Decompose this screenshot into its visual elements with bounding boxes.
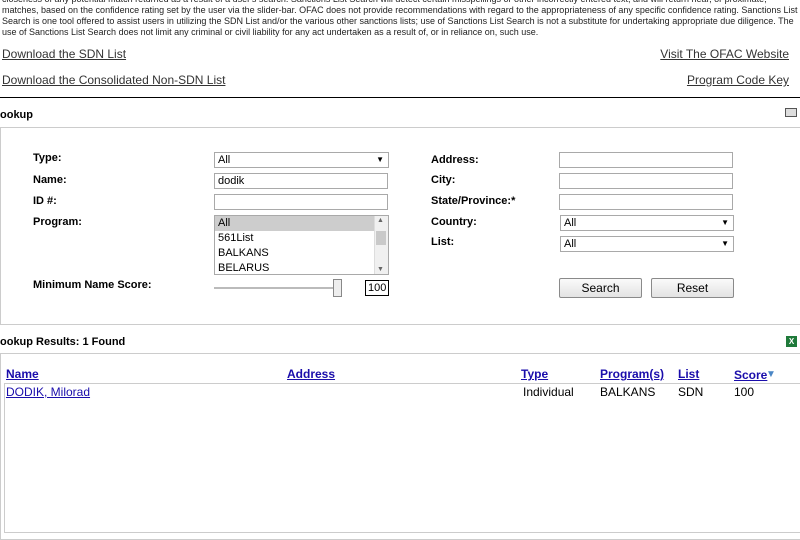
chevron-down-icon: ▼ — [721, 218, 729, 227]
city-label: City: — [431, 174, 456, 186]
city-field[interactable] — [559, 173, 733, 189]
search-button[interactable]: Search — [559, 278, 642, 298]
divider — [0, 97, 800, 98]
visit-ofac-link[interactable]: Visit The OFAC Website — [660, 47, 789, 61]
column-header-score[interactable]: Score — [734, 368, 767, 382]
result-programs: BALKANS — [600, 385, 656, 399]
result-name-link[interactable]: DODIK, Milorad — [6, 385, 90, 399]
column-header-type[interactable]: Type — [521, 367, 548, 381]
result-type: Individual — [523, 385, 574, 399]
id-field[interactable] — [214, 194, 388, 210]
scroll-up-icon[interactable]: ▲ — [377, 217, 384, 224]
id-label: ID #: — [33, 195, 57, 207]
chevron-down-icon: ▼ — [376, 155, 384, 164]
type-label: Type: — [33, 152, 62, 164]
result-list: SDN — [678, 385, 704, 399]
scroll-thumb[interactable] — [376, 231, 386, 245]
column-header-list[interactable]: List — [678, 367, 699, 381]
column-header-address[interactable]: Address — [287, 367, 335, 381]
name-label: Name: — [33, 174, 67, 186]
program-code-key-link[interactable]: Program Code Key — [687, 73, 789, 87]
list-label: List: — [431, 236, 455, 248]
program-scrollbar[interactable]: ▲ ▼ — [374, 216, 388, 274]
program-option[interactable]: All — [215, 216, 388, 231]
program-option[interactable]: 561List — [215, 231, 388, 246]
program-label: Program: — [33, 216, 82, 228]
download-sdn-link[interactable]: Download the SDN List — [2, 47, 126, 61]
score-slider-handle[interactable] — [333, 279, 342, 297]
disclaimer-text: closeness of any potential match returne… — [2, 0, 798, 37]
download-consolidated-link[interactable]: Download the Consolidated Non-SDN List — [2, 73, 225, 87]
reset-button[interactable]: Reset — [651, 278, 734, 298]
sort-down-icon[interactable]: ▼ — [766, 369, 776, 380]
address-field[interactable] — [559, 152, 733, 168]
country-select-value: All — [564, 217, 577, 229]
score-slider-track[interactable] — [214, 287, 342, 289]
state-label: State/Province:* — [431, 195, 516, 207]
program-listbox[interactable]: All 561List BALKANS BELARUS ▲ ▼ — [214, 215, 389, 275]
score-value-field[interactable]: 100 — [365, 280, 389, 296]
country-label: Country: — [431, 216, 477, 228]
program-option[interactable]: BELARUS — [215, 261, 388, 274]
print-button[interactable] — [785, 108, 797, 117]
printer-icon — [785, 108, 797, 117]
country-select[interactable]: All ▼ — [560, 215, 734, 231]
list-select[interactable]: All ▼ — [560, 236, 734, 252]
results-table-body — [4, 383, 800, 533]
results-title: ookup Results: 1 Found — [0, 336, 126, 348]
program-option[interactable]: BALKANS — [215, 246, 388, 261]
column-header-programs[interactable]: Program(s) — [600, 367, 664, 381]
lookup-title: ookup — [0, 109, 33, 121]
list-select-value: All — [564, 238, 577, 250]
excel-icon: X — [786, 336, 797, 347]
column-header-name[interactable]: Name — [6, 367, 39, 381]
type-select[interactable]: All ▼ — [214, 152, 389, 168]
state-field[interactable] — [559, 194, 733, 210]
export-excel-button[interactable]: X — [786, 336, 797, 347]
type-select-value: All — [218, 154, 231, 166]
result-score: 100 — [734, 385, 755, 399]
chevron-down-icon: ▼ — [721, 239, 729, 248]
name-field[interactable]: dodik — [214, 173, 388, 189]
min-score-label: Minimum Name Score: — [33, 279, 152, 291]
scroll-down-icon[interactable]: ▼ — [377, 266, 384, 273]
address-label: Address: — [431, 154, 479, 166]
